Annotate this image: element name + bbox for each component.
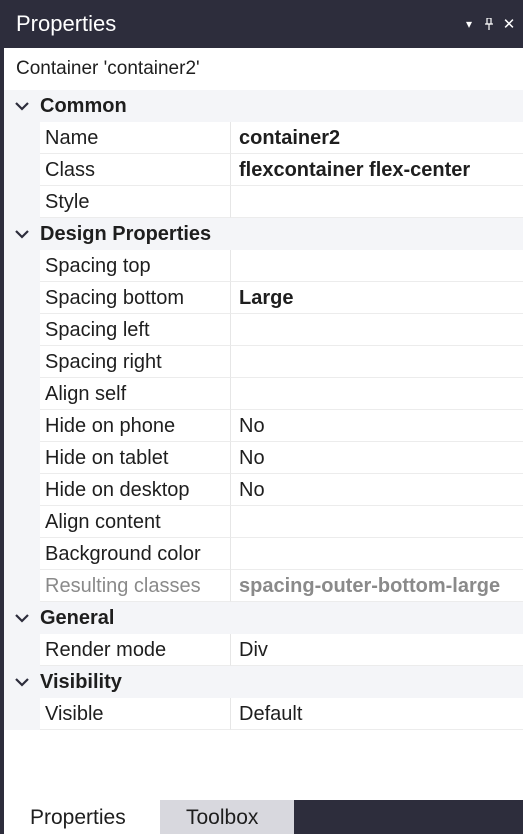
- row-margin: [4, 186, 40, 218]
- property-name: Background color: [40, 538, 231, 570]
- property-value[interactable]: No: [231, 442, 523, 474]
- property-name: Resulting classes: [40, 570, 231, 602]
- property-name: Spacing top: [40, 250, 231, 282]
- property-value: spacing-outer-bottom-large: [231, 570, 523, 602]
- category-label: General: [40, 606, 115, 629]
- property-value[interactable]: flexcontainer flex-center: [231, 154, 523, 186]
- property-value[interactable]: Default: [231, 698, 523, 730]
- property-row[interactable]: Align self: [4, 378, 523, 410]
- property-row[interactable]: Hide on desktop No: [4, 474, 523, 506]
- property-name: Hide on desktop: [40, 474, 231, 506]
- window-position-dropdown-icon[interactable]: ▾: [459, 14, 479, 34]
- property-value[interactable]: [231, 378, 523, 410]
- category-label: Visibility: [40, 670, 122, 693]
- row-margin: [4, 282, 40, 314]
- pin-icon[interactable]: [479, 14, 499, 34]
- property-row[interactable]: Spacing top: [4, 250, 523, 282]
- property-value[interactable]: [231, 250, 523, 282]
- chevron-down-icon[interactable]: [4, 677, 40, 687]
- row-margin: [4, 122, 40, 154]
- row-margin: [4, 442, 40, 474]
- row-margin: [4, 506, 40, 538]
- category-header[interactable]: Visibility: [4, 666, 523, 698]
- row-margin: [4, 314, 40, 346]
- property-row[interactable]: Align content: [4, 506, 523, 538]
- property-value[interactable]: [231, 346, 523, 378]
- property-grid-empty-area: [0, 730, 523, 800]
- row-margin: [4, 154, 40, 186]
- panel-titlebar: Properties ▾ ✕: [0, 0, 523, 48]
- property-row[interactable]: Hide on tablet No: [4, 442, 523, 474]
- property-name: Visible: [40, 698, 231, 730]
- chevron-down-icon[interactable]: [4, 613, 40, 623]
- property-value[interactable]: No: [231, 474, 523, 506]
- selected-object-label: Container 'container2': [0, 48, 523, 90]
- property-value[interactable]: [231, 314, 523, 346]
- row-margin: [4, 250, 40, 282]
- property-value[interactable]: [231, 186, 523, 218]
- property-row[interactable]: Hide on phone No: [4, 410, 523, 442]
- category-header[interactable]: Design Properties: [4, 218, 523, 250]
- property-name: Style: [40, 186, 231, 218]
- row-margin: [4, 474, 40, 506]
- category-header[interactable]: General: [4, 602, 523, 634]
- property-row[interactable]: Resulting classes spacing-outer-bottom-la…: [4, 570, 523, 602]
- property-value[interactable]: No: [231, 410, 523, 442]
- property-row[interactable]: Spacing left: [4, 314, 523, 346]
- row-margin: [4, 410, 40, 442]
- property-row[interactable]: Background color: [4, 538, 523, 570]
- property-name: Align self: [40, 378, 231, 410]
- property-name: Render mode: [40, 634, 231, 666]
- tab-properties[interactable]: Properties: [4, 800, 160, 834]
- row-margin: [4, 634, 40, 666]
- property-row[interactable]: Visible Default: [4, 698, 523, 730]
- property-row[interactable]: Style: [4, 186, 523, 218]
- row-margin: [4, 346, 40, 378]
- property-name: Spacing right: [40, 346, 231, 378]
- chevron-down-icon[interactable]: [4, 229, 40, 239]
- property-row[interactable]: Spacing bottom Large: [4, 282, 523, 314]
- panel-tabs: Properties Toolbox: [0, 800, 523, 834]
- property-row[interactable]: Render mode Div: [4, 634, 523, 666]
- property-value[interactable]: Large: [231, 282, 523, 314]
- property-name: Class: [40, 154, 231, 186]
- property-name: Spacing bottom: [40, 282, 231, 314]
- row-margin: [4, 570, 40, 602]
- row-margin: [4, 698, 40, 730]
- property-row[interactable]: Spacing right: [4, 346, 523, 378]
- property-name: Spacing left: [40, 314, 231, 346]
- tab-toolbox[interactable]: Toolbox: [160, 800, 294, 834]
- property-row[interactable]: Class flexcontainer flex-center: [4, 154, 523, 186]
- category-label: Common: [40, 94, 127, 117]
- property-value[interactable]: container2: [231, 122, 523, 154]
- row-margin: [4, 378, 40, 410]
- property-row[interactable]: Name container2: [4, 122, 523, 154]
- category-header[interactable]: Common: [4, 90, 523, 122]
- property-name: Align content: [40, 506, 231, 538]
- category-label: Design Properties: [40, 222, 212, 245]
- row-margin: [4, 538, 40, 570]
- panel-title: Properties: [16, 11, 117, 36]
- property-value[interactable]: [231, 538, 523, 570]
- property-name: Hide on phone: [40, 410, 231, 442]
- property-value[interactable]: [231, 506, 523, 538]
- property-name: Hide on tablet: [40, 442, 231, 474]
- chevron-down-icon[interactable]: [4, 101, 40, 111]
- close-icon[interactable]: ✕: [499, 14, 519, 34]
- property-value[interactable]: Div: [231, 634, 523, 666]
- property-grid: Common Name container2 Class flexcontainer f…: [0, 90, 523, 730]
- property-name: Name: [40, 122, 231, 154]
